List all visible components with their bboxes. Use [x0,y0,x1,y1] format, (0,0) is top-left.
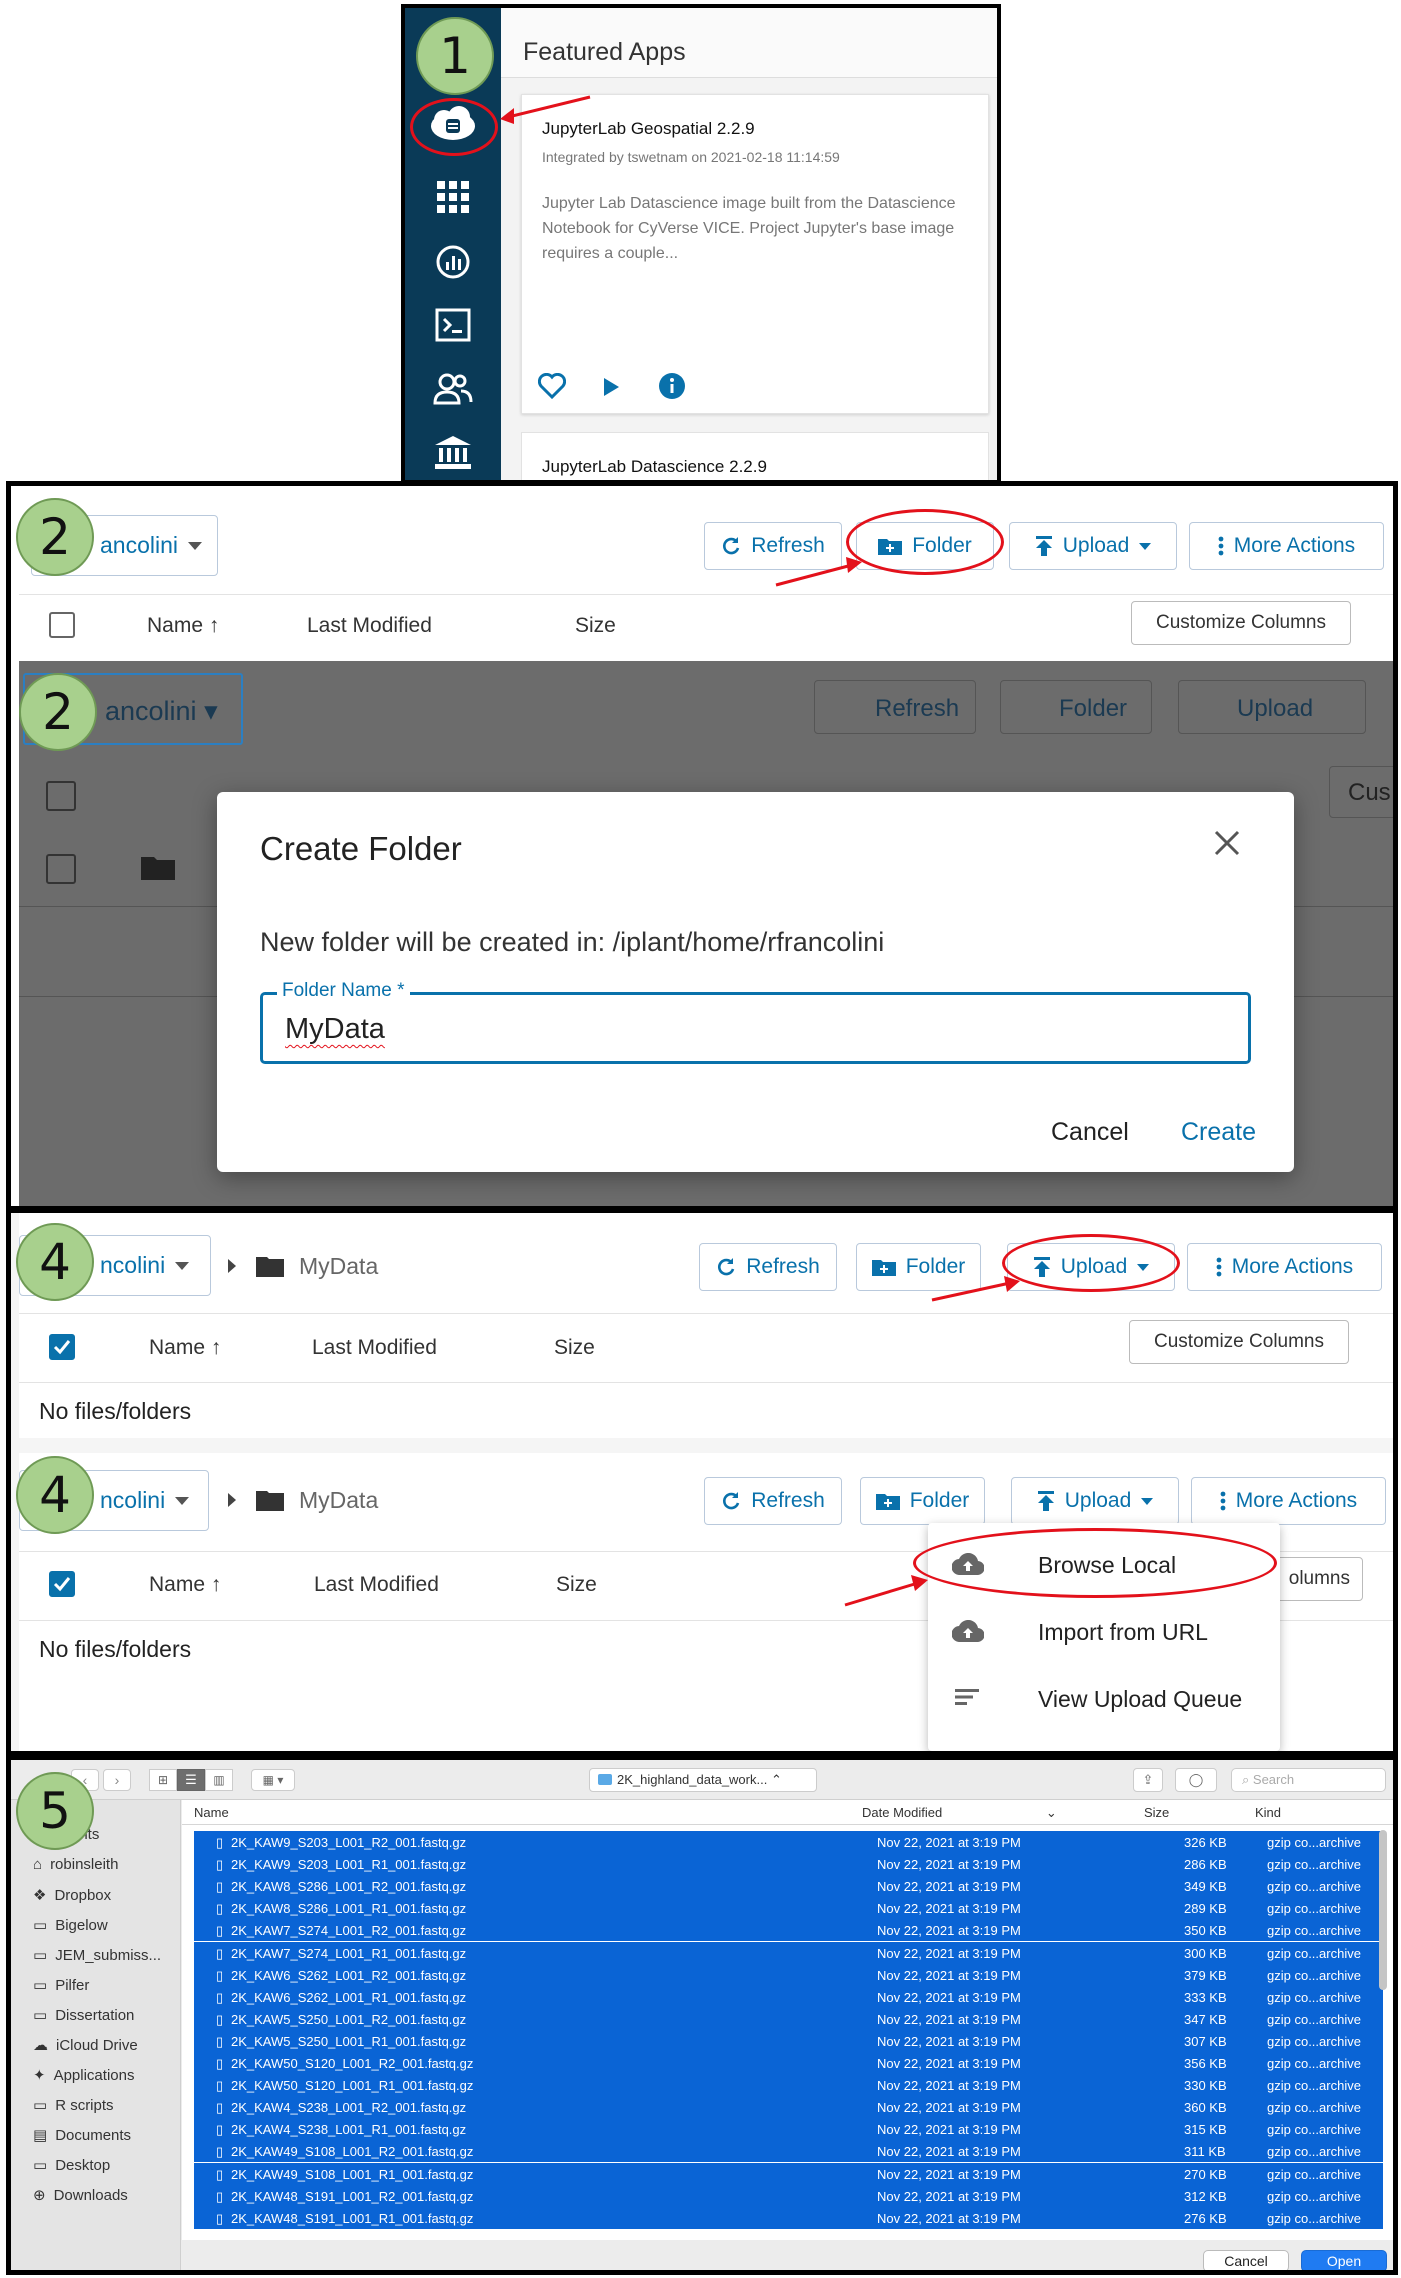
step-badge-5: 5 [16,1772,94,1850]
step-badge-4b: 4 [16,1456,94,1534]
step-badge-4a: 4 [16,1223,94,1301]
step-badge-1: 1 [416,17,494,95]
step-badge-2b: 2 [19,673,97,751]
annotation-arrow-4 [844,1276,1020,1607]
step-badge-2a: 2 [16,498,94,576]
